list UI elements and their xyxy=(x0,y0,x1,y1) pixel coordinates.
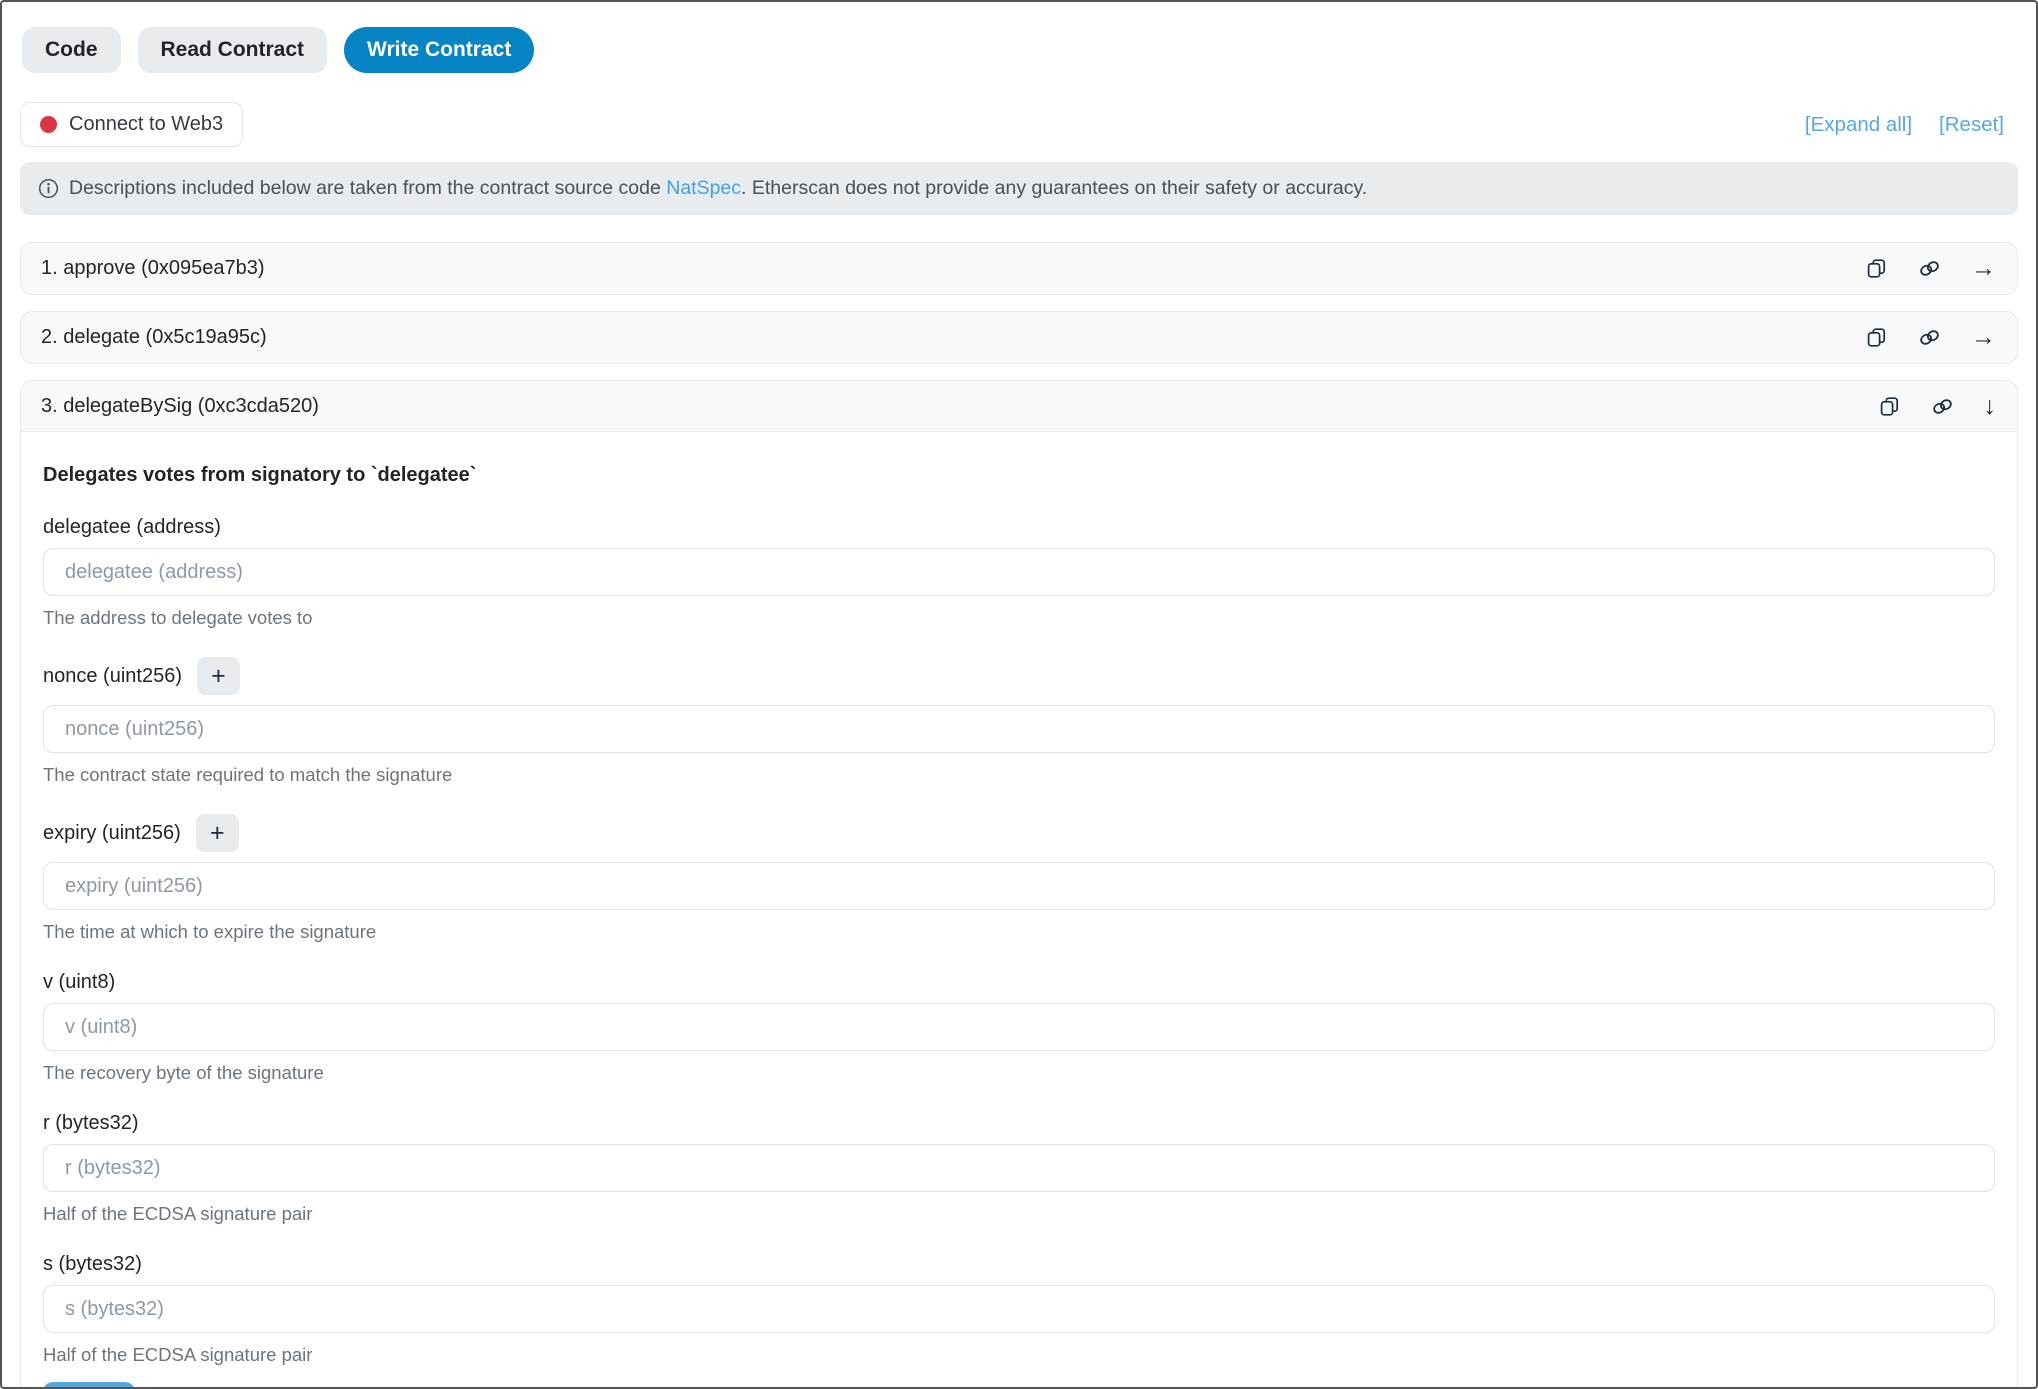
function-header-icons: ↓ xyxy=(1878,394,1997,419)
field-label: r (bytes32) xyxy=(43,1112,139,1134)
add-value-button[interactable]: + xyxy=(197,657,240,695)
field-label: delegatee (address) xyxy=(43,516,221,538)
field-group: expiry (uint256) + The time at which to … xyxy=(43,814,1995,942)
plus-icon: + xyxy=(210,821,225,846)
copy-icon[interactable] xyxy=(1865,326,1888,349)
functions-accordion: 1. approve (0x095ea7b3) xyxy=(20,242,2018,1389)
function-card: 1. approve (0x095ea7b3) xyxy=(20,242,2018,295)
function-header-icons: → xyxy=(1865,256,1996,281)
copy-icon[interactable] xyxy=(1865,257,1888,280)
function-title: 1. approve (0x095ea7b3) xyxy=(41,257,265,280)
expand-arrow-icon[interactable]: → xyxy=(1971,256,1996,281)
function-fields: delegatee (address) The address to deleg… xyxy=(43,516,1995,1365)
field-input[interactable] xyxy=(43,1003,1995,1051)
field-input[interactable] xyxy=(43,1285,1995,1333)
field-helper: Half of the ECDSA signature pair xyxy=(43,1344,1995,1365)
tab-write-contract[interactable]: Write Contract xyxy=(344,27,534,73)
field-group: r (bytes32) Half of the ECDSA signature … xyxy=(43,1112,1995,1224)
field-label: s (bytes32) xyxy=(43,1253,142,1275)
expand-arrow-icon[interactable]: → xyxy=(1971,325,1996,350)
banner-text: Descriptions included below are taken fr… xyxy=(69,177,1367,200)
function-card: 2. delegate (0x5c19a95c) xyxy=(20,311,2018,364)
function-body: Delegates votes from signatory to `deleg… xyxy=(21,432,2017,1389)
plus-icon: + xyxy=(211,664,226,689)
function-description: Delegates votes from signatory to `deleg… xyxy=(43,463,1995,487)
function-header[interactable]: 2. delegate (0x5c19a95c) xyxy=(21,312,2017,363)
field-label: expiry (uint256) xyxy=(43,822,181,844)
field-label: v (uint8) xyxy=(43,971,115,993)
copy-icon[interactable] xyxy=(1878,395,1901,418)
add-value-button[interactable]: + xyxy=(196,814,239,852)
function-title: 2. delegate (0x5c19a95c) xyxy=(41,326,267,349)
field-helper: The time at which to expire the signatur… xyxy=(43,921,1995,942)
collapse-arrow-icon[interactable]: ↓ xyxy=(1984,394,1997,419)
function-header[interactable]: 1. approve (0x095ea7b3) xyxy=(21,243,2017,294)
field-label-row: nonce (uint256) + xyxy=(43,657,1995,695)
field-label-row: r (bytes32) xyxy=(43,1112,1995,1134)
status-dot-icon xyxy=(40,116,57,133)
reset-link[interactable]: [Reset] xyxy=(1939,113,2004,137)
function-header-icons: → xyxy=(1865,325,1996,350)
expand-all-link[interactable]: [Expand all] xyxy=(1805,113,1912,137)
connect-to-web3-label: Connect to Web3 xyxy=(69,113,223,136)
link-icon[interactable] xyxy=(1917,325,1942,350)
field-helper: Half of the ECDSA signature pair xyxy=(43,1203,1995,1224)
link-icon[interactable] xyxy=(1917,256,1942,281)
link-icon[interactable] xyxy=(1930,394,1955,419)
field-label-row: s (bytes32) xyxy=(43,1253,1995,1275)
field-helper: The address to delegate votes to xyxy=(43,607,1995,628)
field-label-row: v (uint8) xyxy=(43,971,1995,993)
function-header[interactable]: 3. delegateBySig (0xc3cda520) xyxy=(21,381,2017,432)
field-label: nonce (uint256) xyxy=(43,665,182,687)
field-helper: The recovery byte of the signature xyxy=(43,1062,1995,1083)
toolbar-row: Connect to Web3 [Expand all] [Reset] xyxy=(20,102,2018,147)
field-group: s (bytes32) Half of the ECDSA signature … xyxy=(43,1253,1995,1365)
tab-code[interactable]: Code xyxy=(22,27,121,73)
write-contract-page: Code Read Contract Write Contract Connec… xyxy=(2,2,2036,1389)
field-label-row: expiry (uint256) + xyxy=(43,814,1995,852)
field-input[interactable] xyxy=(43,548,1995,596)
field-label-row: delegatee (address) xyxy=(43,516,1995,538)
natspec-link[interactable]: NatSpec xyxy=(666,177,741,199)
natspec-disclaimer-banner: Descriptions included below are taken fr… xyxy=(20,162,2018,215)
field-input[interactable] xyxy=(43,862,1995,910)
field-group: v (uint8) The recovery byte of the signa… xyxy=(43,971,1995,1083)
function-card: 3. delegateBySig (0xc3cda520) xyxy=(20,380,2018,1389)
connect-to-web3-button[interactable]: Connect to Web3 xyxy=(20,102,243,147)
field-input[interactable] xyxy=(43,1144,1995,1192)
write-button[interactable]: Write xyxy=(43,1382,135,1389)
field-input[interactable] xyxy=(43,705,1995,753)
info-icon xyxy=(38,178,59,199)
function-title: 3. delegateBySig (0xc3cda520) xyxy=(41,395,319,418)
tab-read-contract[interactable]: Read Contract xyxy=(138,27,328,73)
field-group: nonce (uint256) + The contract state req… xyxy=(43,657,1995,785)
field-helper: The contract state required to match the… xyxy=(43,764,1995,785)
toolbar-links: [Expand all] [Reset] xyxy=(1805,113,2018,137)
field-group: delegatee (address) The address to deleg… xyxy=(43,516,1995,628)
browser-window: Code Read Contract Write Contract Connec… xyxy=(0,0,2038,1389)
contract-tabs: Code Read Contract Write Contract xyxy=(22,27,2018,73)
